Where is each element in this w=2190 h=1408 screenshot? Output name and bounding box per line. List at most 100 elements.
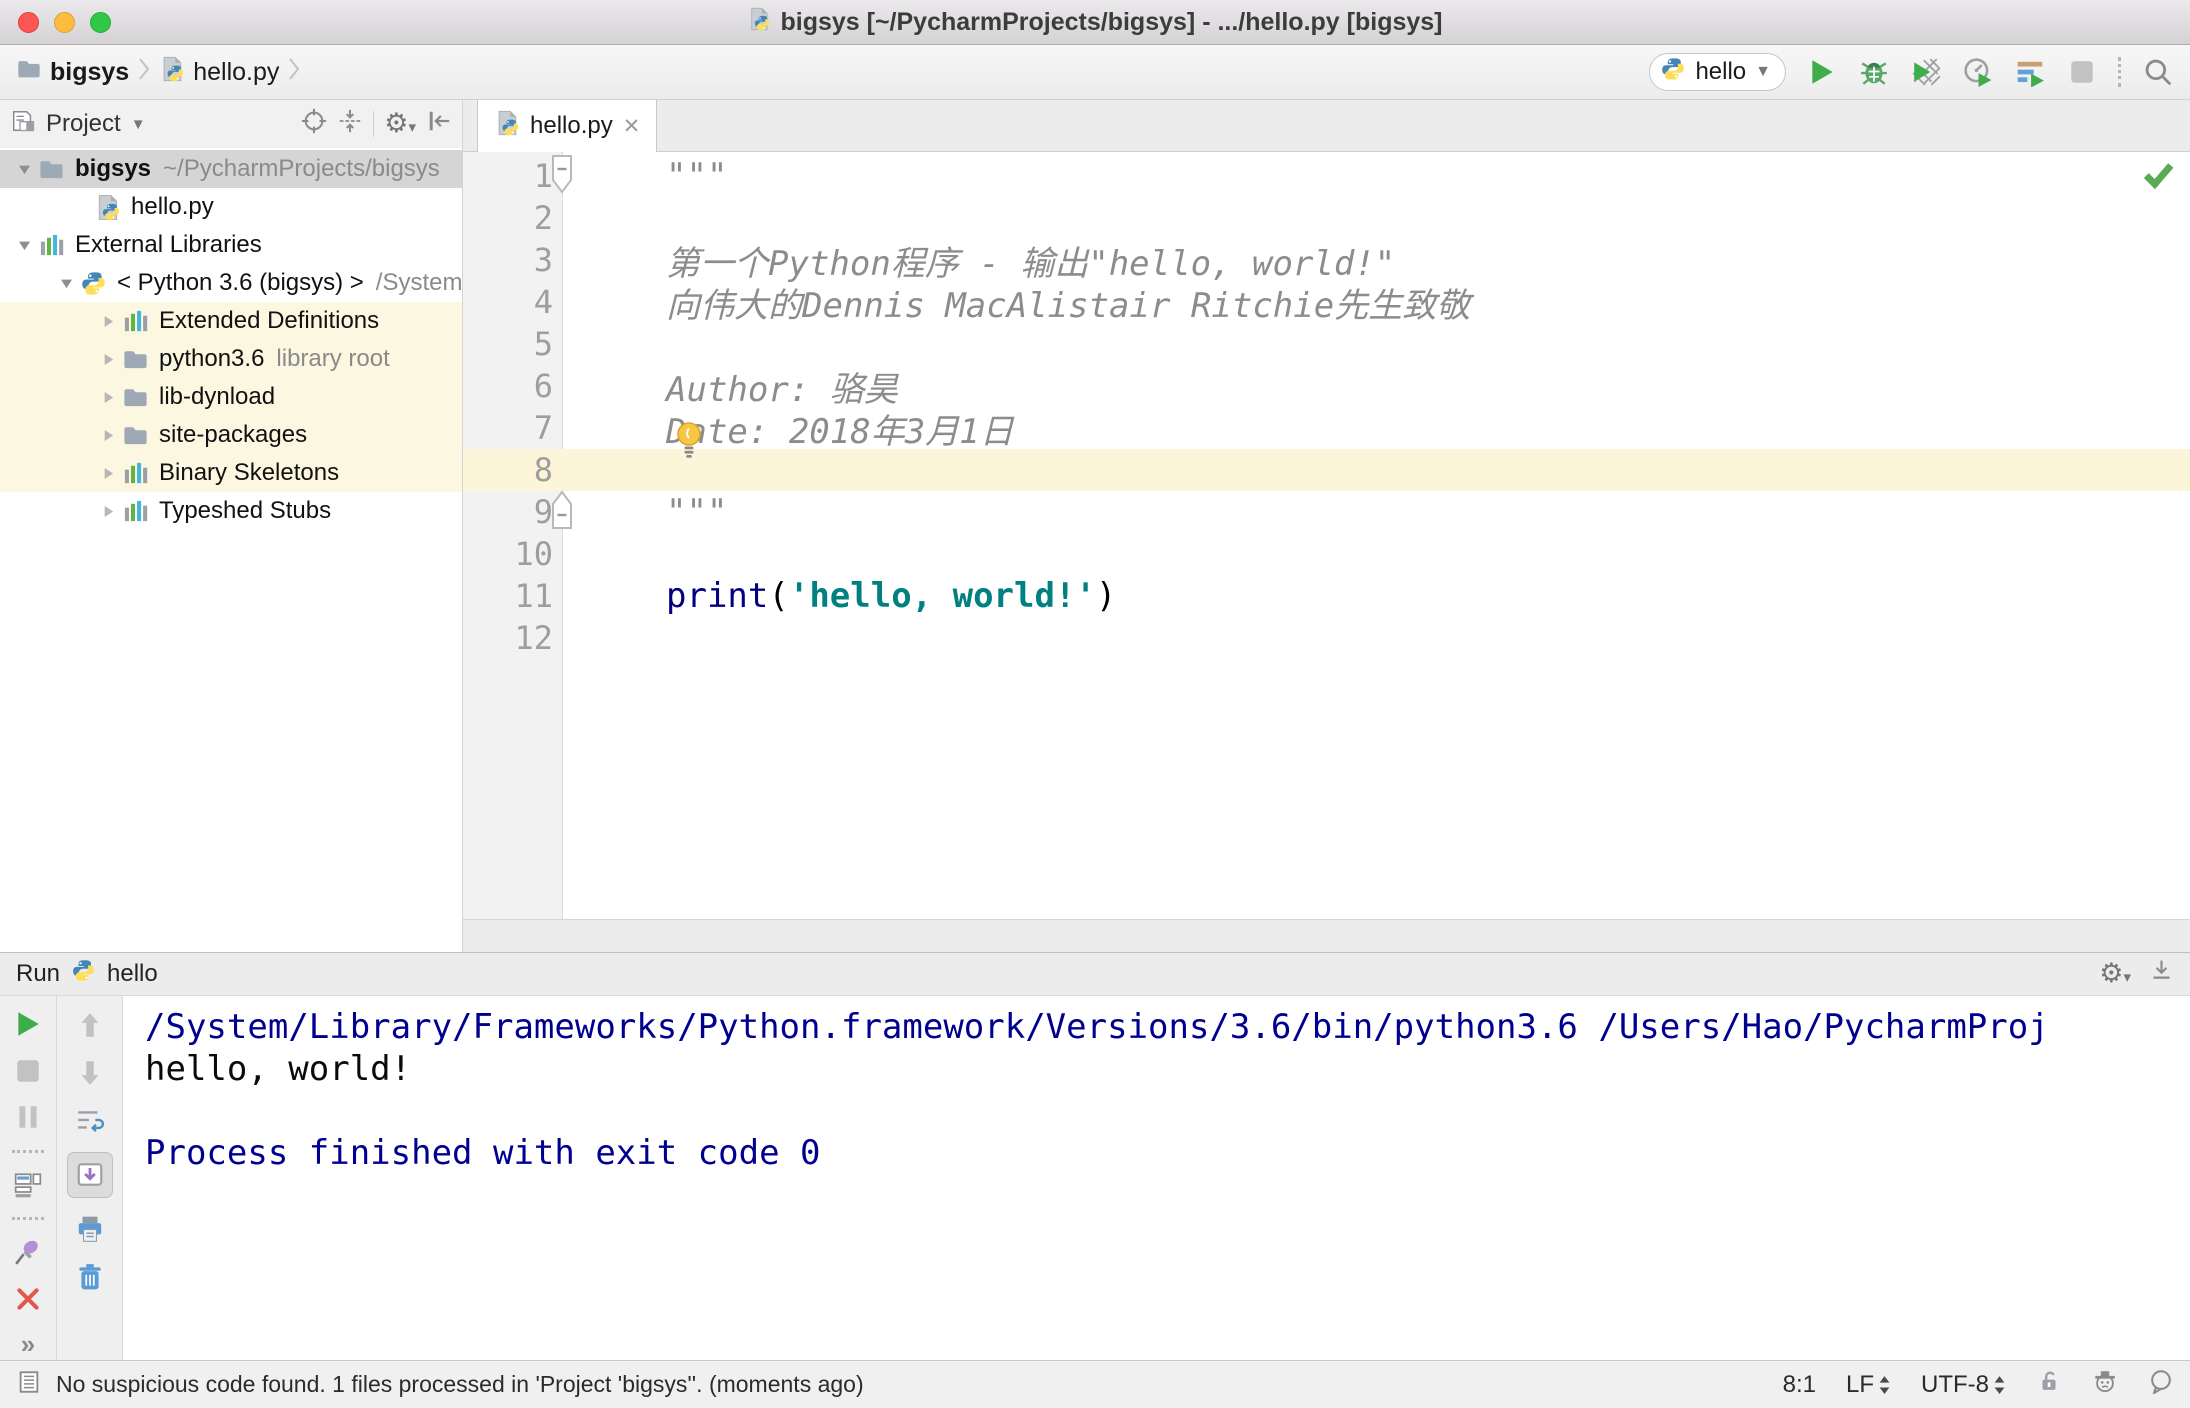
fold-end-marker[interactable] <box>549 490 575 539</box>
run-settings-gear-button[interactable]: ⚙▾ <box>2099 959 2131 989</box>
chevron-collapsed-icon[interactable] <box>94 503 122 520</box>
zoom-button[interactable] <box>90 12 111 33</box>
tree-item-label: < Python 3.6 (bigsys) > <box>117 269 364 296</box>
line-number: 4 <box>533 283 553 321</box>
run-panel-header: Run hello ⚙▾ <box>0 952 2190 996</box>
window-controls <box>18 12 111 33</box>
chevron-down-icon: ▼ <box>1755 63 1771 80</box>
code-text: """ <box>563 492 727 532</box>
chevron-collapsed-icon[interactable] <box>94 427 122 444</box>
pycharm-window: bigsys [~/PycharmProjects/bigsys] - .../… <box>0 0 2190 1408</box>
folder-icon <box>122 384 150 411</box>
project-view-icon <box>10 108 36 141</box>
stop-button[interactable] <box>2066 56 2098 88</box>
tree-item-python3.6[interactable]: python3.6 library root <box>0 340 462 378</box>
scroll-to-end-button[interactable] <box>66 1152 113 1198</box>
dock-panel-button[interactable] <box>2149 958 2174 990</box>
line-number: 1 <box>533 157 553 195</box>
code-segment-comment: Date: 2018年3月1日 <box>666 411 1014 452</box>
folder-icon <box>38 156 66 183</box>
event-log-icon[interactable] <box>2148 1368 2174 1401</box>
folder-icon <box>122 422 150 449</box>
down-stack-trace-button[interactable] <box>73 1056 107 1090</box>
console-line: /System/Library/Frameworks/Python.framew… <box>145 1007 2049 1047</box>
tab-hello-py[interactable]: hello.py ✕ <box>477 100 658 152</box>
clear-all-button[interactable] <box>73 1260 107 1294</box>
chevron-collapsed-icon[interactable] <box>94 313 122 330</box>
print-button[interactable] <box>73 1212 107 1246</box>
search-everywhere-button[interactable] <box>2142 56 2174 88</box>
debug-button[interactable] <box>1858 56 1890 88</box>
hide-panel-button[interactable] <box>426 108 452 141</box>
project-tool-window: Project ▼ ⚙▾ bigsys ~/PycharmProjects/big… <box>0 100 463 952</box>
chevron-expanded-icon[interactable] <box>10 237 38 254</box>
line-number: 11 <box>514 577 553 615</box>
tree-item-site-packages[interactable]: site-packages <box>0 416 462 454</box>
code-line-4: 4 向伟大的Dennis MacAlistair Ritchie先生致敬 <box>463 281 2190 326</box>
close-panel-button[interactable] <box>11 1283 45 1316</box>
run-button[interactable] <box>1806 56 1838 88</box>
line-number: 10 <box>514 535 553 573</box>
chevron-collapsed-icon[interactable] <box>94 465 122 482</box>
locate-file-button[interactable] <box>301 108 327 141</box>
encoding-widget[interactable]: UTF-8 <box>1921 1371 2006 1399</box>
up-stack-trace-button[interactable] <box>73 1008 107 1042</box>
tree-item-typeshed-stubs[interactable]: Typeshed Stubs <box>0 492 462 530</box>
more-actions-button[interactable]: » <box>21 1329 35 1360</box>
restore-layout-button[interactable] <box>11 1169 45 1202</box>
tree-item-hello.py[interactable]: hello.py <box>0 188 462 226</box>
tree-item-extended-definitions[interactable]: Extended Definitions <box>0 302 462 340</box>
pause-output-button[interactable] <box>11 1101 45 1134</box>
tree-item-lib-dynload[interactable]: lib-dynload <box>0 378 462 416</box>
stop-process-button[interactable] <box>11 1055 45 1088</box>
chevron-down-icon[interactable]: ▼ <box>131 116 146 133</box>
tab-label: hello.py <box>530 112 613 139</box>
tree-item-binary-skeletons[interactable]: Binary Skeletons <box>0 454 462 492</box>
toolbar-separator <box>12 1217 44 1220</box>
run-configuration-select[interactable]: hello ▼ <box>1649 53 1786 91</box>
hector-inspector-icon[interactable] <box>2092 1368 2118 1401</box>
chevron-expanded-icon[interactable] <box>52 275 80 292</box>
tree-item-label: Binary Skeletons <box>159 459 340 486</box>
fold-start-marker[interactable] <box>549 154 575 203</box>
tree-item-bigsys[interactable]: bigsys ~/PycharmProjects/bigsys <box>0 150 462 188</box>
run-with-coverage-button[interactable] <box>1910 56 1942 88</box>
settings-gear-button[interactable]: ⚙▾ <box>384 109 416 139</box>
line-number: 5 <box>533 325 553 363</box>
profiler-button[interactable] <box>1962 56 1994 88</box>
toolwindow-access-icon[interactable] <box>16 1369 42 1401</box>
breadcrumb-item-hello-py[interactable]: hello.py <box>159 56 279 89</box>
tree-item-external-libraries[interactable]: External Libraries <box>0 226 462 264</box>
close-button[interactable] <box>18 12 39 33</box>
inspection-ok-icon[interactable] <box>2142 158 2174 195</box>
status-bar: No suspicious code found. 1 files proces… <box>0 1360 2190 1408</box>
soft-wrap-button[interactable] <box>73 1104 107 1138</box>
tab-close-icon[interactable]: ✕ <box>623 114 641 139</box>
chevron-collapsed-icon[interactable] <box>94 351 122 368</box>
code-line-3: 3 第一个Python程序 - 输出"hello, world!" <box>463 239 2190 284</box>
lock-icon[interactable] <box>2036 1368 2062 1401</box>
project-panel-title[interactable]: Project <box>46 110 121 138</box>
collapse-all-button[interactable] <box>337 108 363 141</box>
tree-item-suffix: library root <box>276 345 390 372</box>
concurrency-diagram-button[interactable] <box>2014 56 2046 88</box>
line-ending-widget[interactable]: LF <box>1846 1371 1891 1399</box>
code-segment-plain: ) <box>1095 576 1117 616</box>
project-tree: bigsys ~/PycharmProjects/bigsys hello.py Ex… <box>0 148 462 530</box>
intention-bulb-icon[interactable] <box>675 421 703 470</box>
tree-item--python-3.6-bigsys-[interactable]: < Python 3.6 (bigsys) > /System <box>0 264 462 302</box>
caret-position-widget[interactable]: 8:1 <box>1783 1371 1816 1399</box>
line-number: 8 <box>533 451 553 489</box>
breadcrumb-item-bigsys[interactable]: bigsys <box>16 56 129 89</box>
chevron-expanded-icon[interactable] <box>10 161 38 178</box>
console-output[interactable]: /System/Library/Frameworks/Python.framew… <box>123 996 2190 1360</box>
line-number: 2 <box>533 199 553 237</box>
code-editor[interactable]: 1 """ 2 3 第一个Python程序 - 输出"hello, world!" 4 向伟… <box>463 152 2190 919</box>
run-tool-window: Run hello ⚙▾ » /System/Library/Framework… <box>0 952 2190 1360</box>
chevron-right-icon <box>287 56 301 89</box>
minimize-button[interactable] <box>54 12 75 33</box>
pin-tab-button[interactable] <box>11 1236 45 1269</box>
rerun-button[interactable] <box>11 1008 45 1041</box>
tree-item-label: Typeshed Stubs <box>159 497 332 524</box>
chevron-collapsed-icon[interactable] <box>94 389 122 406</box>
